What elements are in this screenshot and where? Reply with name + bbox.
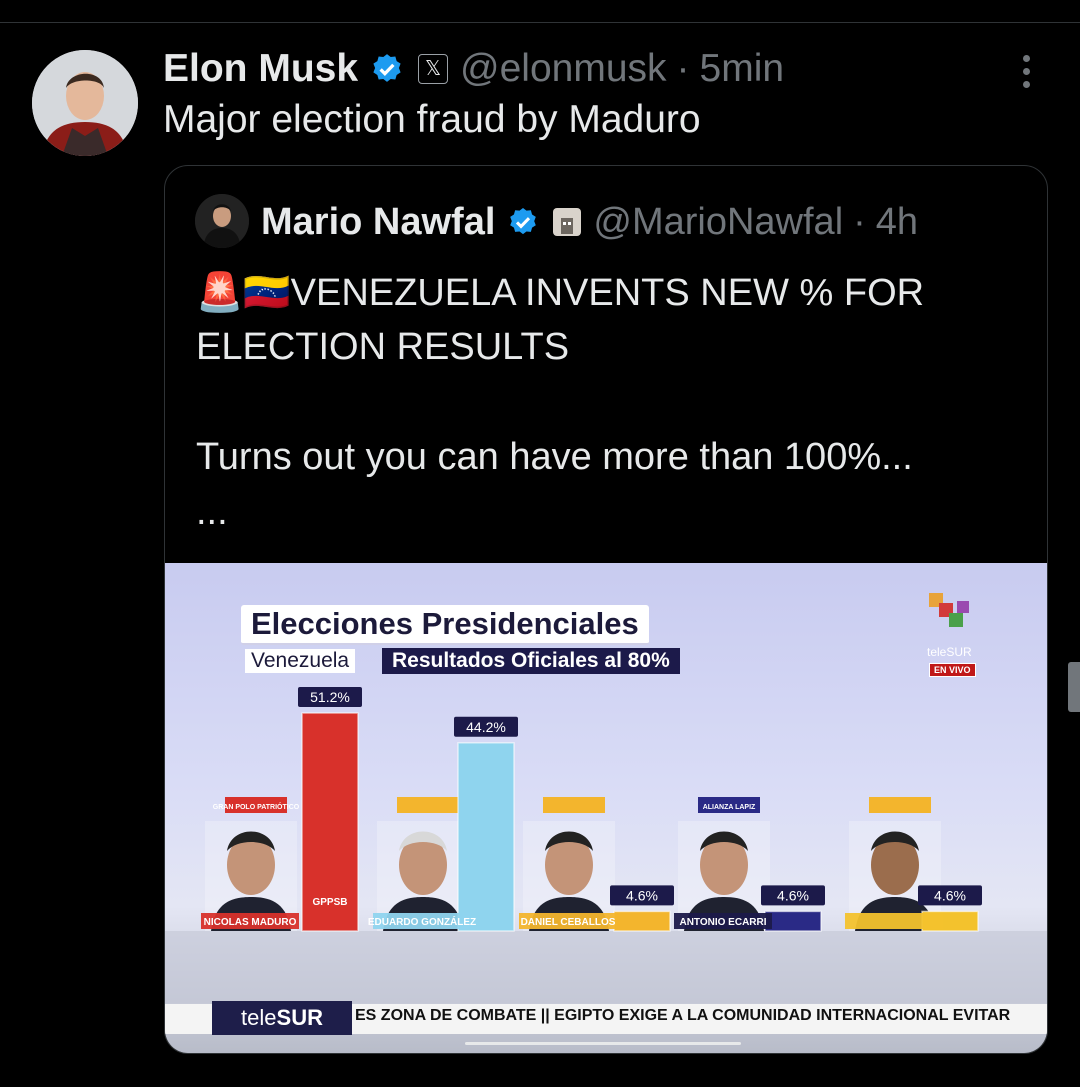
verified-badge-icon (373, 54, 401, 82)
author-name[interactable]: Elon Musk (163, 47, 358, 91)
result-bar (764, 910, 822, 932)
quoted-text-line-3: Turns out you can have more than 100%... (196, 436, 913, 478)
party-logo: GPPSB (312, 897, 347, 908)
quoted-text-line-2: ELECTION RESULTS (196, 326, 570, 368)
ticker-logo-b: SUR (276, 1005, 323, 1030)
post-header: Elon Musk 𝕏 @elonmusk · 5min (163, 44, 784, 94)
candidate-name: NICOLAS MADURO (204, 917, 297, 928)
value-label: 4.6% (777, 887, 809, 903)
ticker-logo-a: tele (241, 1005, 277, 1030)
affiliate-badge-icon[interactable] (553, 208, 582, 236)
quoted-author-name[interactable]: Mario Nawfal (261, 201, 495, 244)
ticker-logo: teleSUR (212, 1001, 352, 1035)
party-tag-label: ALIANZA LAPIZ (703, 804, 756, 811)
media-scroll-indicator (465, 1042, 741, 1045)
post-time[interactable]: 5min (700, 47, 785, 91)
candidate-name: EDUARDO GONZÁLEZ (368, 915, 476, 928)
value-label: 51.2% (310, 689, 350, 705)
quoted-post-time[interactable]: 4h (876, 201, 918, 244)
quoted-post[interactable]: Mario Nawfal @MarioNawfal · 4h 🚨🇻🇪VENEZU… (164, 165, 1048, 1054)
quoted-author-handle[interactable]: @MarioNawfal (593, 201, 843, 244)
post-media-image[interactable]: Elecciones Presidenciales Venezuela Resu… (165, 563, 1047, 1053)
x-affiliate-icon[interactable]: 𝕏 (418, 54, 449, 84)
ticker-text: ES ZONA DE COMBATE || EGIPTO EXIGE A LA … (355, 1007, 1011, 1024)
candidate-name: DANIEL CEBALLOS (521, 917, 616, 928)
more-icon[interactable] (1012, 52, 1040, 92)
top-divider (0, 22, 1080, 23)
result-bar (457, 742, 515, 932)
quoted-text-line-4: ... (196, 491, 228, 533)
chart-floor (165, 931, 1047, 1003)
party-tag (869, 797, 931, 813)
candidate-nameplate (845, 913, 943, 929)
post-text: Major election fraud by Maduro (163, 98, 701, 141)
party-tag-label: GRAN POLO PATRIÓTICO (213, 802, 300, 811)
quoted-header: Mario Nawfal @MarioNawfal · 4h (261, 196, 918, 248)
party-tag (543, 797, 605, 813)
scrollbar-thumb[interactable] (1068, 662, 1080, 712)
value-label: 44.2% (466, 719, 506, 735)
author-avatar[interactable] (32, 50, 138, 156)
verified-badge-icon (510, 208, 537, 235)
candidate-name: ANTONIO ECARRI (679, 917, 766, 928)
quoted-text-line-1: 🚨🇻🇪VENEZUELA INVENTS NEW % FOR (196, 272, 925, 314)
value-label: 4.6% (934, 887, 966, 903)
quoted-author-avatar[interactable] (195, 194, 249, 248)
bar-chart: GRAN POLO PATRIÓTICO GPPSB 51.2% NICOLAS MA… (165, 687, 1047, 1003)
author-handle[interactable]: @elonmusk (460, 47, 667, 91)
separator-dot: · (853, 200, 866, 243)
separator-dot: · (676, 47, 690, 90)
result-bar (613, 910, 671, 932)
party-tag (397, 797, 459, 813)
value-label: 4.6% (626, 887, 658, 903)
